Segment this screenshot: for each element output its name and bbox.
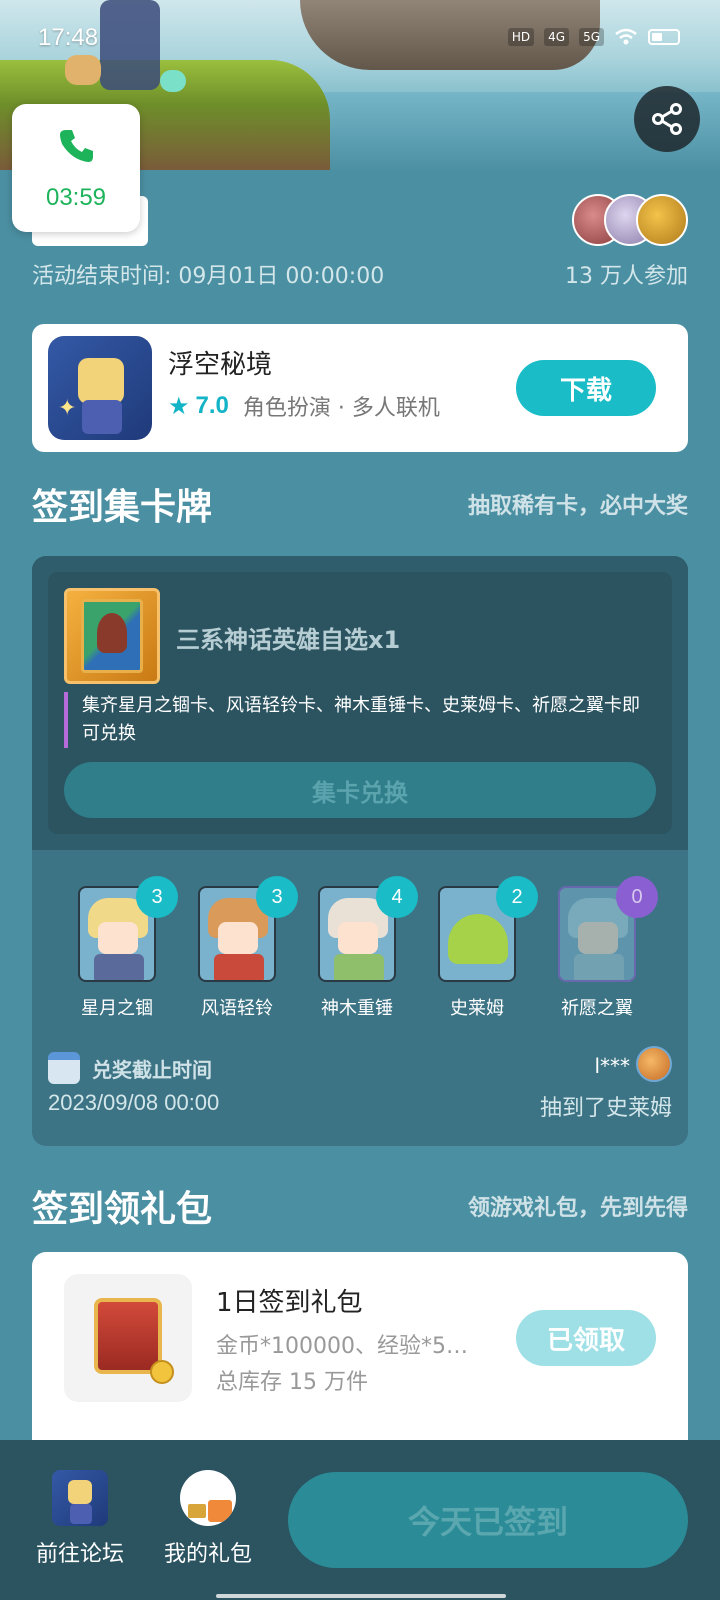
card-count-badge: 3 <box>136 876 178 918</box>
forum-label: 前往论坛 <box>35 1542 124 1567</box>
my-gift-label: 我的礼包 <box>163 1542 252 1567</box>
signed-in-button[interactable]: 今天已签到 <box>288 1472 688 1568</box>
gift-box-icon <box>180 1470 236 1526</box>
treasure-chest-icon <box>64 1274 192 1402</box>
gift-section-title: 签到领礼包 <box>32 1189 213 1230</box>
5g-icon: 5G <box>579 28 604 46</box>
activity-end-time: 活动结束时间: 09月01日 00:00:00 <box>32 264 385 289</box>
forum-game-icon <box>52 1470 108 1526</box>
winner-name: l*** <box>594 1054 630 1078</box>
4g-icon: 4G <box>544 28 570 46</box>
phone-icon <box>60 130 93 162</box>
winner-avatar <box>636 1046 672 1082</box>
gift-stock: 总库存 15 万件 <box>216 1370 368 1395</box>
status-bar: 17:48 HD 4G 5G <box>0 24 720 58</box>
hero-card-icon <box>64 588 160 684</box>
calendar-icon <box>48 1052 80 1084</box>
battery-icon <box>648 29 680 45</box>
banner-slime <box>160 70 186 92</box>
card-name: 祈愿之翼 <box>561 998 633 1019</box>
bottom-action-bar: 前往论坛 我的礼包 今天已签到 <box>0 1440 720 1600</box>
download-button[interactable]: 下载 <box>516 360 656 416</box>
card-name: 星月之锢 <box>81 998 153 1019</box>
ongoing-call-widget[interactable]: 03:59 <box>12 104 140 232</box>
participant-avatars <box>572 194 688 250</box>
collect-section-title: 签到集卡牌 <box>32 487 213 528</box>
gift-title: 1日签到礼包 <box>216 1288 363 1318</box>
card-count-badge: 4 <box>376 876 418 918</box>
game-meta: ★ 7.0 角色扮演 · 多人联机 <box>168 390 440 422</box>
participant-count: 13 万人参加 <box>565 264 688 289</box>
card-item[interactable]: 2 史莱姆 <box>422 876 538 1020</box>
reward-title: 三系神话英雄自选x1 <box>176 626 401 654</box>
wifi-icon <box>615 28 637 45</box>
collect-section-subtitle: 抽取稀有卡，必中大奖 <box>467 494 688 519</box>
star-icon: ★ <box>168 392 190 420</box>
call-timer: 03:59 <box>45 184 107 211</box>
game-icon: ✦ <box>48 336 152 440</box>
card-count-badge: 3 <box>256 876 298 918</box>
card-item[interactable]: 0 祈愿之翼 <box>542 876 658 1020</box>
status-time: 17:48 <box>38 24 99 51</box>
gift-section-subtitle: 领游戏礼包，先到先得 <box>467 1196 688 1221</box>
exchange-button[interactable]: 集卡兑换 <box>64 762 656 818</box>
game-rating: 7.0 <box>195 392 229 419</box>
share-button[interactable] <box>634 86 700 152</box>
avatar <box>636 194 688 246</box>
game-title: 浮空秘境 <box>168 350 273 380</box>
game-card[interactable]: ✦ 浮空秘境 ★ 7.0 角色扮演 · 多人联机 下载 <box>32 324 688 452</box>
share-icon <box>652 103 682 135</box>
reward-box: 三系神话英雄自选x1 集齐星月之锢卡、风语轻铃卡、神木重锤卡、史莱姆卡、祈愿之翼… <box>48 572 672 834</box>
home-indicator[interactable] <box>216 1594 506 1598</box>
gift-card[interactable]: 1日签到礼包 金币*100000、经验*5… 总库存 15 万件 已领取 <box>32 1252 688 1452</box>
card-list: 3 星月之锢 3 风语轻铃 4 神木重锤 2 史莱姆 0 祈愿之翼 <box>32 876 688 1026</box>
card-item[interactable]: 3 风语轻铃 <box>182 876 298 1020</box>
deadline-date: 2023/09/08 00:00 <box>48 1090 220 1115</box>
card-collection-panel: 三系神话英雄自选x1 集齐星月之锢卡、风语轻铃卡、神木重锤卡、史莱姆卡、祈愿之翼… <box>32 556 688 1146</box>
hd-icon: HD <box>507 28 535 46</box>
winner-message: 抽到了史莱姆 <box>539 1096 672 1121</box>
status-icons: HD 4G 5G <box>507 28 680 46</box>
card-name: 神木重锤 <box>321 998 393 1019</box>
reward-description: 集齐星月之锢卡、风语轻铃卡、神木重锤卡、史莱姆卡、祈愿之翼卡即可兑换 <box>64 692 656 748</box>
card-count-badge: 0 <box>616 876 658 918</box>
reward-area: 三系神话英雄自选x1 集齐星月之锢卡、风语轻铃卡、神木重锤卡、史莱姆卡、祈愿之翼… <box>32 556 688 850</box>
card-item[interactable]: 4 神木重锤 <box>302 876 418 1020</box>
my-gift-button[interactable]: 我的礼包 <box>156 1470 260 1568</box>
banner-pet <box>65 55 101 85</box>
card-item[interactable]: 3 星月之锢 <box>62 876 178 1020</box>
card-name: 风语轻铃 <box>201 998 273 1019</box>
card-count-badge: 2 <box>496 876 538 918</box>
card-name: 史莱姆 <box>450 998 504 1019</box>
claimed-button[interactable]: 已领取 <box>516 1310 656 1366</box>
sparkle-icon: ✦ <box>58 396 77 421</box>
game-genre: 角色扮演 · 多人联机 <box>242 396 440 421</box>
gift-content: 金币*100000、经验*5… <box>216 1334 468 1359</box>
forum-button[interactable]: 前往论坛 <box>28 1470 132 1568</box>
deadline-label: 兑奖截止时间 <box>92 1058 212 1082</box>
